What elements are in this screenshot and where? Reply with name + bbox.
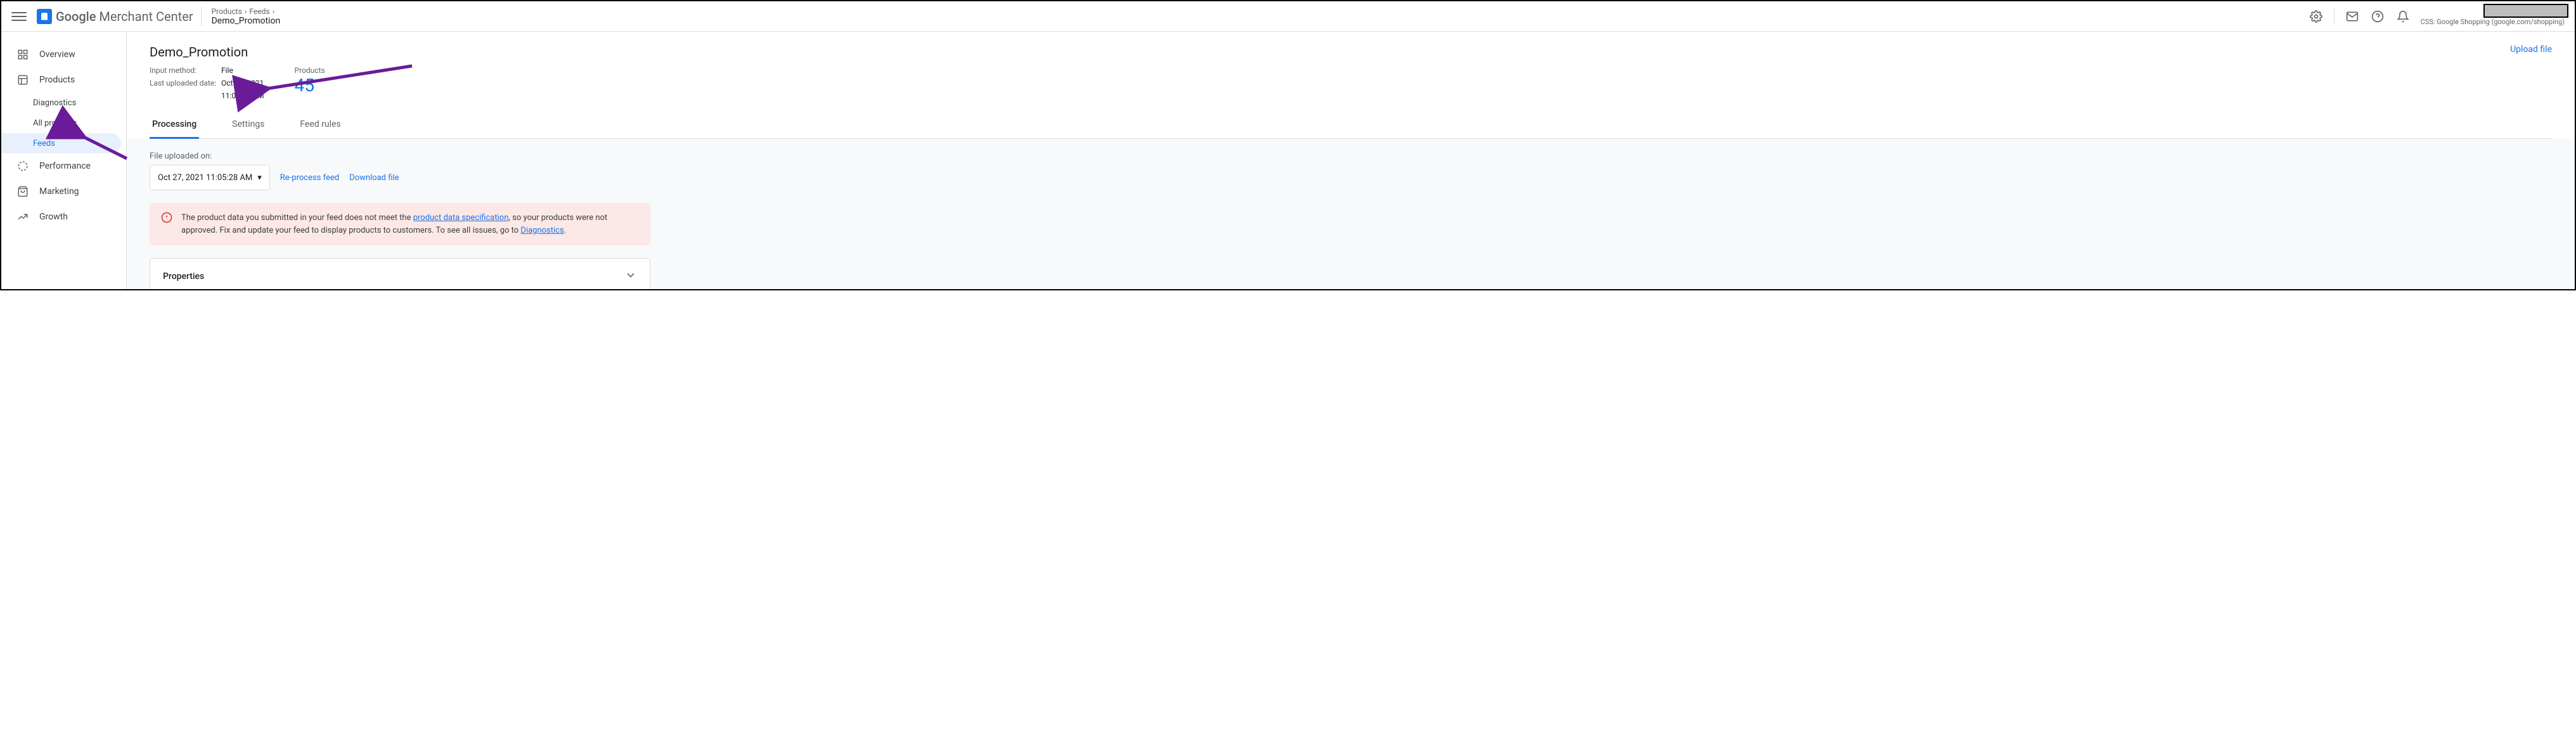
tab-settings[interactable]: Settings	[229, 119, 267, 139]
mail-icon[interactable]	[2345, 9, 2360, 24]
products-icon	[16, 74, 29, 86]
upload-file-button[interactable]: Upload file	[2510, 44, 2552, 55]
chevron-down-icon	[624, 269, 637, 284]
merchant-center-icon	[37, 9, 52, 24]
download-file-button[interactable]: Download file	[349, 165, 399, 190]
products-label: Products	[295, 66, 325, 75]
reprocess-feed-button[interactable]: Re-process feed	[280, 165, 339, 190]
sidebar-item-feeds[interactable]: Feeds	[1, 133, 121, 153]
sidebar-item-products[interactable]: Products	[1, 67, 126, 93]
gear-icon[interactable]	[2309, 9, 2324, 24]
file-uploaded-label: File uploaded on:	[150, 152, 270, 161]
menu-button[interactable]	[11, 9, 27, 24]
overview-icon	[16, 48, 29, 61]
sidebar-item-all-products[interactable]: All products	[1, 113, 126, 133]
app-name: Google Merchant Center	[56, 9, 193, 24]
properties-panel[interactable]: Properties	[150, 258, 650, 289]
last-uploaded-time: 11:05:28 AM	[221, 91, 264, 100]
sidebar-item-marketing[interactable]: Marketing	[1, 179, 126, 204]
products-count: 45	[295, 75, 325, 96]
page-title: Demo_Promotion	[150, 44, 2510, 60]
error-icon	[161, 212, 172, 237]
sidebar-item-overview[interactable]: Overview	[1, 42, 126, 67]
tab-feed-rules[interactable]: Feed rules	[297, 119, 343, 139]
tab-processing[interactable]: Processing	[150, 119, 199, 139]
growth-icon	[16, 211, 29, 223]
sidebar-item-growth[interactable]: Growth	[1, 204, 126, 230]
diagnostics-link[interactable]: Diagnostics	[520, 226, 564, 235]
app-logo[interactable]: Google Merchant Center	[37, 9, 193, 24]
sidebar-item-performance[interactable]: Performance	[1, 153, 126, 179]
account-switcher[interactable]: CSS: Google Shopping (google.com/shoppin…	[2421, 6, 2565, 26]
sidebar: Overview Products Diagnostics All produc…	[1, 32, 127, 289]
marketing-icon	[16, 185, 29, 198]
breadcrumb-current: Demo_Promotion	[212, 16, 281, 26]
error-alert: The product data you submitted in your f…	[150, 203, 650, 245]
input-method-value: File	[221, 66, 233, 75]
bell-icon[interactable]	[2395, 9, 2411, 24]
product-data-spec-link[interactable]: product data specification	[413, 213, 509, 223]
last-uploaded-label: Last uploaded date:	[150, 79, 219, 88]
input-method-label: Input method:	[150, 66, 219, 75]
last-uploaded-date: Oct 27, 2021	[221, 79, 264, 88]
performance-icon	[16, 160, 29, 172]
sidebar-item-diagnostics[interactable]: Diagnostics	[1, 93, 126, 113]
upload-date-dropdown[interactable]: Oct 27, 2021 11:05:28 AM ▾	[150, 165, 270, 190]
breadcrumb[interactable]: Products › Feeds ›	[212, 7, 281, 16]
help-icon[interactable]	[2370, 9, 2385, 24]
chevron-down-icon: ▾	[257, 173, 262, 183]
